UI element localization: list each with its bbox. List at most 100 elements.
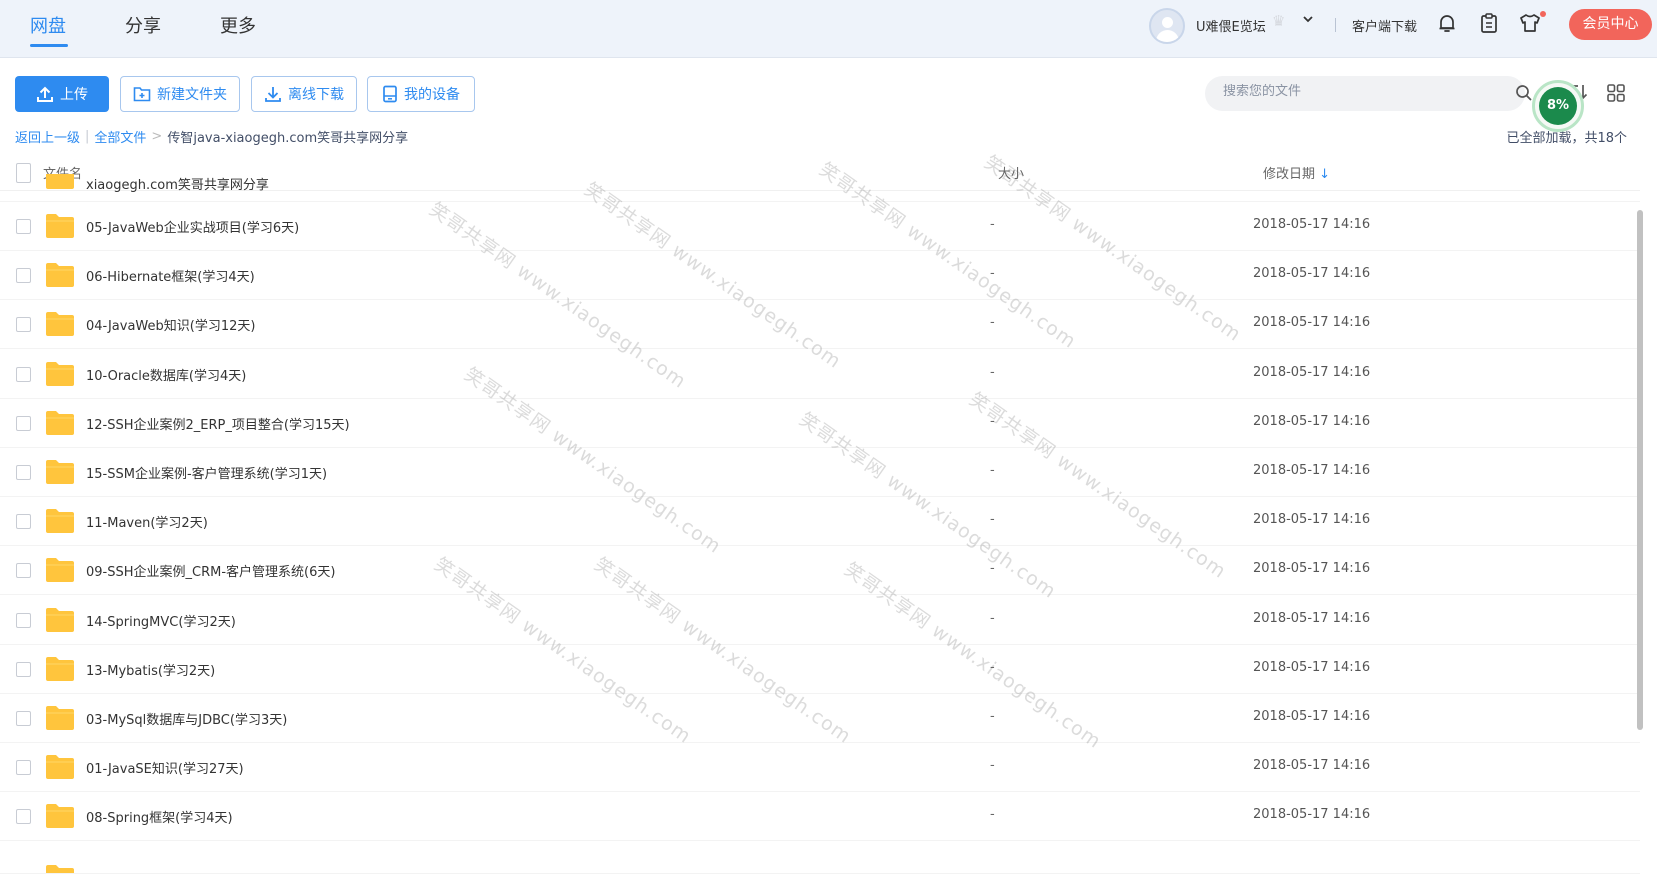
file-name[interactable]: xiaogegh.com笑哥共享网分享 [86,174,269,193]
folder-icon [46,460,74,484]
file-name[interactable]: 15-SSM企业案例-客户管理系统(学习1天) [86,463,327,482]
progress-percent: 8% [1539,87,1577,125]
username[interactable]: U难偎E览坛 [1196,16,1266,35]
row-checkbox[interactable] [16,711,31,726]
header-divider [1335,18,1336,32]
file-modified-date: 2018-05-17 14:16 [1253,807,1371,823]
row-checkbox[interactable] [16,317,31,333]
file-size: - [990,610,995,626]
folder-icon [46,865,74,873]
file-size: - [990,463,995,478]
table-row[interactable]: 13-Mybatis(学习2天) - 2018-05-17 14:16 [0,645,1640,694]
new-folder-button[interactable]: 新建文件夹 [120,76,240,112]
folder-icon [46,410,74,435]
tab-more[interactable]: 更多 [220,12,256,38]
row-checkbox[interactable] [16,415,31,431]
table-row[interactable]: 10-Oracle数据库(学习4天) - 2018-05-17 14:16 [0,350,1640,399]
file-modified-date: 2018-05-17 14:16 [1253,610,1371,626]
breadcrumb-separator: > [151,129,163,144]
file-modified-date: 2018-05-17 14:16 [1253,758,1371,774]
table-row[interactable]: 06-Hibernate框架(学习4天) - 2018-05-17 14:16 [0,251,1640,301]
folder-icon [46,174,74,189]
chevron-down-icon[interactable] [1302,13,1314,29]
row-checkbox[interactable] [16,612,31,628]
file-name[interactable]: 13-Mybatis(学习2天) [86,660,215,679]
file-name[interactable]: 09-SSH企业案例_CRM-客户管理系统(6天) [86,561,335,580]
file-name[interactable]: 05-JavaWeb企业实战项目(学习6天) [86,217,299,236]
file-name[interactable]: 10-Oracle数据库(学习4天) [86,365,246,384]
row-checkbox[interactable] [16,661,31,677]
folder-icon [46,656,74,681]
table-row[interactable]: 04-JavaWeb知识(学习12天) - 2018-05-17 14:16 [0,300,1640,350]
table-row[interactable]: 05-JavaWeb企业实战项目(学习6天) - 2018-05-17 14:1… [0,202,1640,251]
tab-netdisk[interactable]: 网盘 [30,12,66,38]
breadcrumb-back-link[interactable]: 返回上一级 [15,127,80,146]
offline-download-button[interactable]: 离线下载 [251,76,357,112]
tab-share[interactable]: 分享 [125,12,161,38]
file-modified-date: 2018-05-17 14:16 [1253,512,1371,528]
file-name[interactable]: 01-JavaSE知识(学习27天) [86,758,244,777]
table-row[interactable]: 03-MySql数据库与JDBC(学习3天) - 2018-05-17 14:1… [0,694,1640,743]
upload-label: 上传 [60,87,88,103]
upload-button[interactable]: 上传 [15,76,109,112]
clipboard-icon[interactable] [1478,12,1502,36]
table-row[interactable]: 14-SpringMVC(学习2天) - 2018-05-17 14:16 [0,596,1640,645]
breadcrumb-all-files-link[interactable]: 全部文件 [94,127,146,146]
folder-icon [46,706,74,730]
breadcrumb-divider: | [85,129,90,144]
table-row[interactable]: 11-Maven(学习2天) - 2018-05-17 14:16 [0,497,1640,547]
crown-icon: ♛ [1272,12,1286,30]
new-folder-icon [133,87,151,102]
table-row[interactable]: 15-SSM企业案例-客户管理系统(学习1天) - 2018-05-17 14:… [0,448,1640,497]
search-icon[interactable] [1515,84,1533,106]
row-checkbox[interactable] [16,366,31,382]
netdisk-page: 网盘 分享 更多 U难偎E览坛 ♛ 客户端下载 会员中心 上传 新建文件夹 离线… [0,0,1657,874]
row-checkbox[interactable] [16,219,31,234]
table-row[interactable]: 09-SSH企业案例_CRM-客户管理系统(6天) - 2018-05-17 1… [0,546,1640,596]
row-checkbox[interactable] [16,174,31,183]
row-checkbox[interactable] [16,465,31,480]
file-size: - [990,315,995,331]
folder-icon [46,361,74,386]
shirt-icon[interactable] [1518,12,1542,36]
client-download-link[interactable]: 客户端下载 [1352,16,1417,35]
file-name[interactable]: 04-JavaWeb知识(学习12天) [86,315,255,334]
bell-icon[interactable] [1436,12,1460,36]
file-size: - [990,659,995,675]
file-size: - [990,364,995,380]
download-icon [265,87,281,102]
my-devices-button[interactable]: 我的设备 [367,76,475,112]
file-modified-date: 2018-05-17 14:16 [1253,217,1371,232]
row-checkbox[interactable] [16,760,31,776]
table-row-partial-bottom[interactable] [0,858,1640,874]
row-checkbox[interactable] [16,563,31,579]
file-modified-date: 2018-05-17 14:16 [1253,413,1371,429]
avatar[interactable] [1149,8,1185,44]
table-row[interactable]: 08-Spring框架(学习4天) - 2018-05-17 14:16 [0,792,1640,842]
table-row[interactable]: 12-SSH企业案例2_ERP_项目整合(学习15天) - 2018-05-17… [0,399,1640,448]
vip-center-button[interactable]: 会员中心 [1569,9,1652,40]
folder-icon [46,214,74,238]
row-checkbox[interactable] [16,809,31,825]
table-row[interactable]: 01-JavaSE知识(学习27天) - 2018-05-17 14:16 [0,743,1640,793]
grid-view-icon[interactable] [1606,83,1626,107]
file-name[interactable]: 03-MySql数据库与JDBC(学习3天) [86,709,287,728]
vertical-scrollbar-thumb[interactable] [1637,210,1643,730]
table-row-partial[interactable]: xiaogegh.com笑哥共享网分享 [0,174,1640,202]
file-modified-date: 2018-05-17 14:16 [1253,315,1371,331]
search-input[interactable] [1223,84,1483,99]
file-name[interactable]: 08-Spring框架(学习4天) [86,807,233,826]
file-name[interactable]: 06-Hibernate框架(学习4天) [86,266,255,285]
file-name[interactable]: 11-Maven(学习2天) [86,512,208,531]
progress-badge[interactable]: 8% [1532,80,1584,132]
my-devices-label: 我的设备 [404,87,460,103]
file-name[interactable]: 14-SpringMVC(学习2天) [86,611,236,630]
row-checkbox[interactable] [16,514,31,530]
file-size: - [990,413,995,429]
file-name[interactable]: 12-SSH企业案例2_ERP_项目整合(学习15天) [86,414,350,433]
file-size: - [990,709,995,724]
file-size: - [990,561,995,577]
new-folder-label: 新建文件夹 [157,87,227,103]
row-checkbox[interactable] [16,268,31,284]
top-navigation-bar: 网盘 分享 更多 U难偎E览坛 ♛ 客户端下载 会员中心 [0,0,1657,58]
